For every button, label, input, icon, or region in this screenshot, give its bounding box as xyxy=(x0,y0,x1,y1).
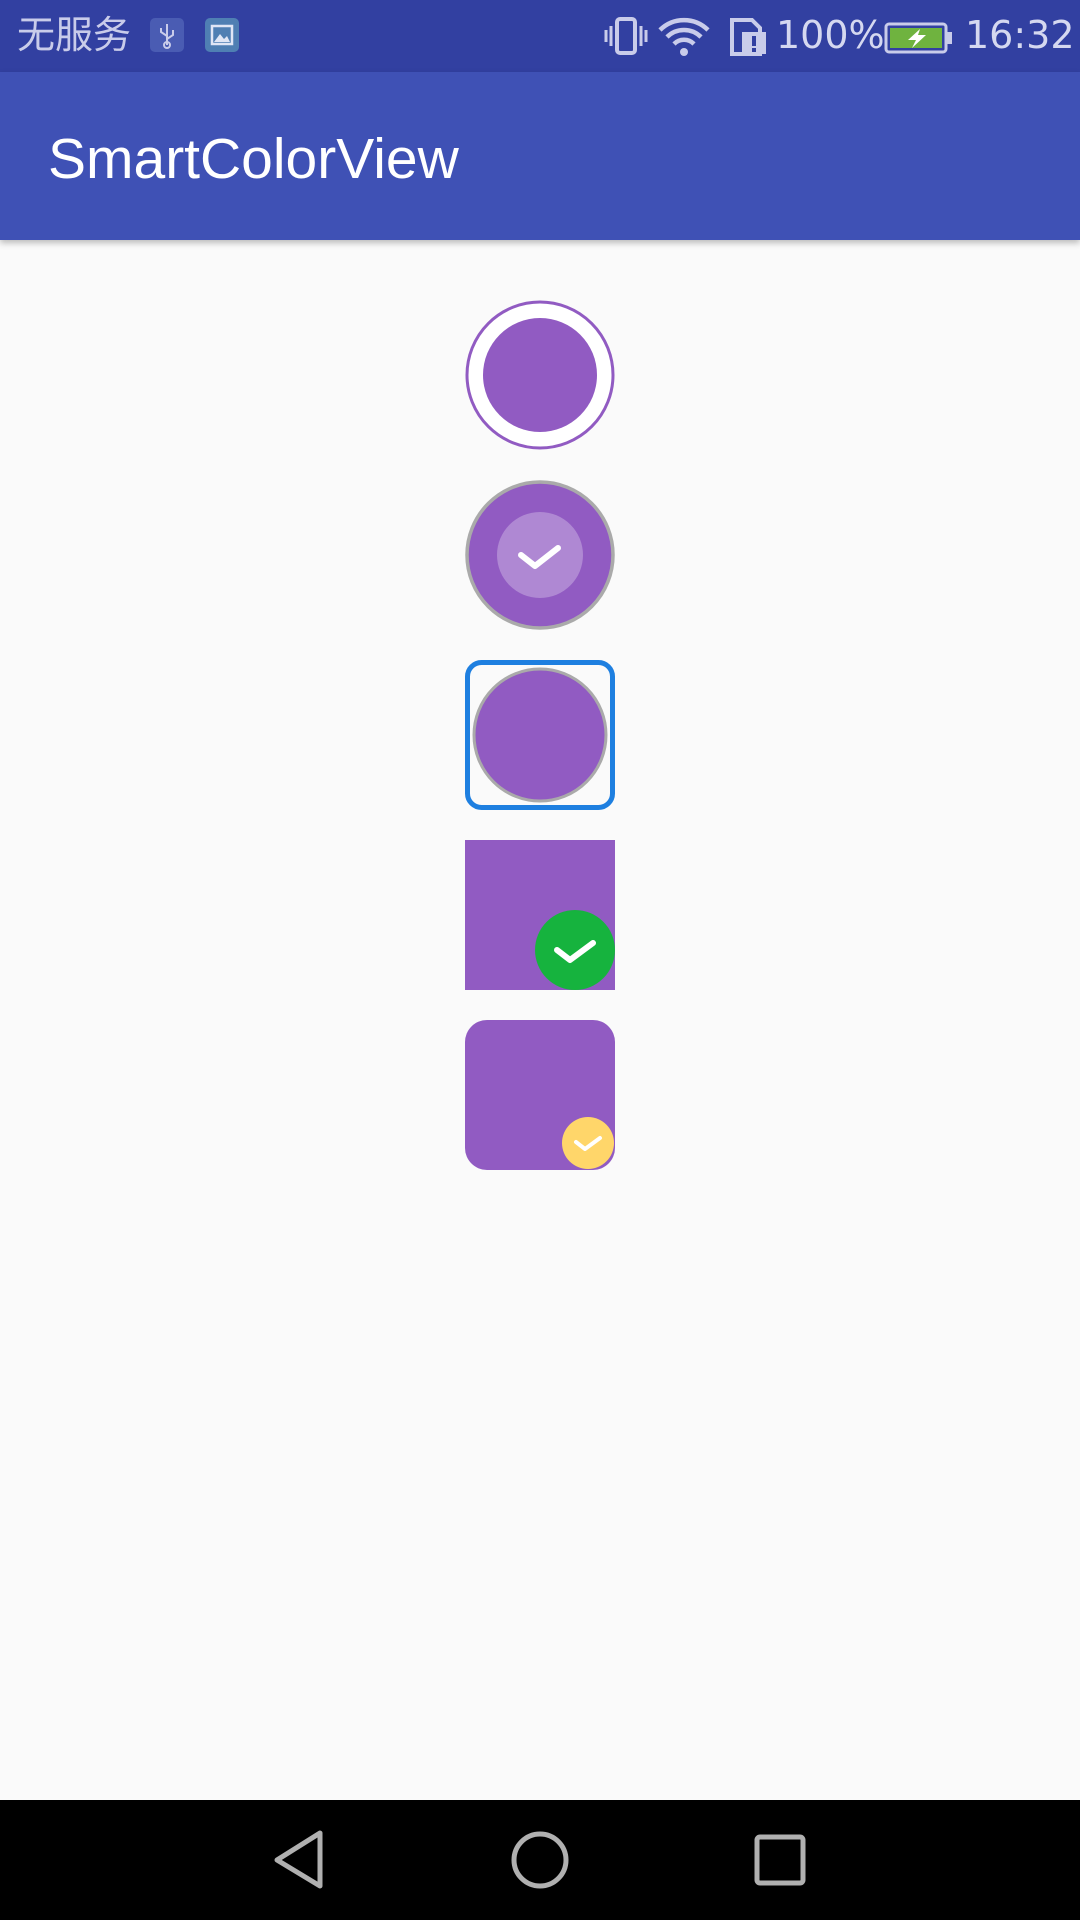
wifi-icon xyxy=(656,14,712,62)
app-title: SmartColorView xyxy=(48,127,459,191)
carrier-label: 无服务 xyxy=(17,13,132,57)
recents-button[interactable] xyxy=(720,1800,840,1920)
home-button[interactable] xyxy=(480,1800,600,1920)
battery-percent: 100% xyxy=(776,13,885,57)
home-circle-icon xyxy=(511,1831,569,1889)
back-triangle-icon xyxy=(274,1830,323,1889)
color-view-ring[interactable] xyxy=(465,300,615,450)
color-view-selected-frame[interactable] xyxy=(465,660,615,810)
clock: 16:32 xyxy=(965,13,1075,57)
color-view-square-checked[interactable] xyxy=(465,840,615,990)
back-button[interactable] xyxy=(240,1800,360,1920)
color-view-checked-circle[interactable] xyxy=(465,480,615,630)
navigation-bar xyxy=(0,1800,1080,1920)
battery-charging-icon xyxy=(884,22,954,58)
check-badge xyxy=(562,1117,614,1169)
gallery-icon xyxy=(205,18,239,52)
recents-square-icon xyxy=(754,1834,806,1886)
usb-icon xyxy=(150,18,184,52)
check-badge xyxy=(535,910,615,990)
status-bar: 无服务 100% 16:32 xyxy=(0,0,1080,72)
check-badge xyxy=(497,512,583,598)
sim-icon xyxy=(728,14,768,62)
app-bar: SmartColorView xyxy=(0,72,1080,240)
color-view-rounded-square-checked[interactable] xyxy=(465,1020,615,1170)
vibrate-icon xyxy=(604,14,648,62)
